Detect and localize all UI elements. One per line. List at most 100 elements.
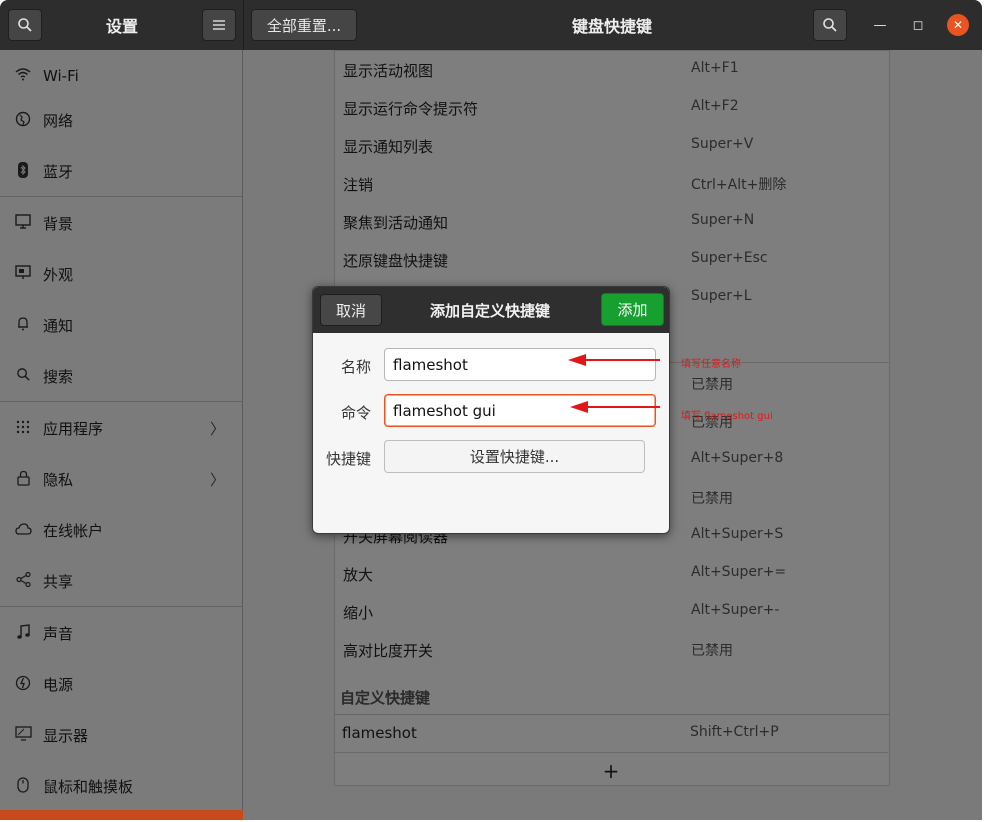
settings-title: 设置 (105, 17, 138, 36)
sidebar-item-power[interactable]: 电源 (0, 659, 243, 710)
shortcut-key: Super+Esc (691, 250, 768, 266)
dialog-title: 添加自定义快捷键 (429, 301, 550, 320)
cloud-icon (14, 522, 32, 539)
shortcut-key: 已禁用 (691, 377, 733, 393)
add-button[interactable]: 添加 (601, 293, 664, 326)
maximize-icon: ◻ (912, 17, 924, 33)
shortcut-key: 已禁用 (691, 491, 733, 507)
maximize-button[interactable]: ◻ (907, 14, 929, 36)
shortcut-key: Alt+Super+- (691, 602, 780, 618)
plus-icon: + (602, 759, 620, 783)
cancel-button[interactable]: 取消 (320, 294, 382, 326)
shortcut-name: 缩小 (343, 604, 374, 622)
appearance-icon (14, 265, 32, 284)
shortcut-name: 放大 (343, 566, 374, 584)
sidebar-selected-highlight (0, 810, 243, 820)
chevron-right-icon: 〉 (209, 471, 225, 489)
settings-window: 设置 全部重置... 键盘快捷键 — ◻ ✕ Wi-Fi 网络 蓝牙 背景 外观… (0, 0, 982, 820)
apps-grid-icon (14, 420, 32, 438)
shortcut-name: 注销 (343, 176, 374, 194)
shortcut-row[interactable]: 显示通知列表 Super+V (335, 127, 889, 165)
sidebar-item-label: 电源 (43, 676, 74, 694)
sidebar-item-notifications[interactable]: 通知 (0, 300, 243, 351)
sidebar-item-wifi[interactable]: Wi-Fi (0, 50, 243, 101)
shortcut-row[interactable]: 缩小 Alt+Super+- (335, 593, 889, 631)
sidebar-item-label: 声音 (43, 625, 74, 643)
sidebar-item-label: 网络 (43, 112, 74, 130)
bluetooth-icon (14, 161, 32, 182)
sidebar-item-network[interactable]: 网络 (0, 95, 243, 146)
wifi-icon (14, 67, 32, 85)
shortcut-row[interactable]: 显示活动视图 Alt+F1 (335, 51, 889, 89)
shortcut-row[interactable]: 高对比度开关 已禁用 (335, 631, 889, 669)
sidebar-item-online-accounts[interactable]: 在线帐户 (0, 505, 243, 556)
hamburger-menu-button[interactable] (202, 9, 236, 41)
sidebar-item-label: Wi-Fi (43, 66, 79, 85)
sidebar-item-mouse[interactable]: 鼠标和触摸板 (0, 761, 243, 812)
shortcut-search-button[interactable] (813, 9, 847, 41)
name-label: 名称 (340, 358, 371, 376)
sidebar-item-label: 背景 (43, 215, 74, 233)
sidebar: Wi-Fi 网络 蓝牙 背景 外观 通知 搜索 应用程序 〉 隐私 〉 在线帐户… (0, 50, 243, 820)
sidebar-item-search[interactable]: 搜索 (0, 351, 243, 402)
search-icon (14, 367, 32, 386)
sidebar-item-label: 鼠标和触摸板 (43, 778, 134, 796)
shortcut-key: Super+L (691, 288, 752, 304)
share-icon (14, 571, 32, 591)
header-separator (243, 0, 244, 50)
search-icon (18, 18, 32, 32)
shortcut-row[interactable]: 放大 Alt+Super+= (335, 555, 889, 593)
close-icon: ✕ (952, 18, 964, 32)
command-arrowhead (570, 401, 588, 413)
dialog-header: 取消 添加自定义快捷键 添加 (313, 287, 669, 333)
minimize-button[interactable]: — (869, 14, 891, 36)
shortcut-row[interactable]: 显示运行命令提示符 Alt+F2 (335, 89, 889, 127)
network-icon (14, 111, 32, 131)
sidebar-divider (0, 606, 243, 607)
shortcut-key: Alt+F2 (691, 98, 739, 114)
sidebar-item-applications[interactable]: 应用程序 〉 (0, 403, 243, 454)
sidebar-item-background[interactable]: 背景 (0, 198, 243, 249)
minimize-icon: — (873, 17, 887, 33)
shortcut-row[interactable]: 还原键盘快捷键 Super+Esc (335, 241, 889, 279)
page-title: 键盘快捷键 (571, 17, 652, 36)
mouse-icon (14, 776, 32, 797)
custom-shortcut-row[interactable]: flameshot Shift+Ctrl+P (334, 715, 888, 753)
annotation-arrows (568, 354, 660, 413)
sidebar-item-label: 蓝牙 (43, 163, 74, 181)
name-annotation: 填写任意名称 (681, 359, 741, 370)
shortcut-row[interactable]: 聚焦到活动通知 Super+N (335, 203, 889, 241)
name-arrowhead (568, 354, 586, 366)
shortcut-name: 高对比度开关 (343, 642, 434, 660)
sidebar-item-label: 搜索 (43, 368, 74, 386)
sidebar-item-label: 通知 (43, 317, 74, 335)
background-icon (14, 214, 32, 233)
search-icon (823, 18, 837, 32)
sidebar-item-sound[interactable]: 声音 (0, 608, 243, 659)
chevron-right-icon: 〉 (209, 420, 225, 438)
sidebar-item-privacy[interactable]: 隐私 〉 (0, 454, 243, 505)
notification-bell-icon (14, 316, 32, 335)
shortcut-key: Alt+Super+8 (691, 450, 784, 466)
sidebar-item-displays[interactable]: 显示器 (0, 710, 243, 761)
close-button[interactable]: ✕ (947, 14, 969, 36)
add-shortcut-button[interactable]: + (334, 755, 888, 787)
sidebar-item-sharing[interactable]: 共享 (0, 556, 243, 607)
sidebar-divider (0, 401, 243, 402)
shortcut-key: Ctrl+Alt+删除 (691, 177, 787, 193)
shortcut-key: Super+V (691, 136, 754, 152)
sidebar-item-label: 在线帐户 (43, 522, 104, 540)
sidebar-item-label: 隐私 (43, 471, 74, 489)
sidebar-item-bluetooth[interactable]: 蓝牙 (0, 146, 243, 197)
reset-all-button[interactable]: 全部重置... (251, 9, 357, 41)
shortcut-name: 显示运行命令提示符 (343, 100, 479, 118)
shortcut-row[interactable]: 注销 Ctrl+Alt+删除 (335, 165, 889, 203)
sidebar-divider (0, 196, 243, 197)
shortcut-name: 显示活动视图 (343, 62, 434, 80)
sidebar-search-button[interactable] (8, 9, 42, 41)
header-bar: 设置 全部重置... 键盘快捷键 — ◻ ✕ (0, 0, 982, 50)
shortcut-key: Shift+Ctrl+P (690, 724, 779, 740)
set-shortcut-button[interactable]: 设置快捷键... (384, 440, 645, 473)
sidebar-item-appearance[interactable]: 外观 (0, 249, 243, 300)
shortcut-key: Alt+Super+S (691, 526, 784, 542)
